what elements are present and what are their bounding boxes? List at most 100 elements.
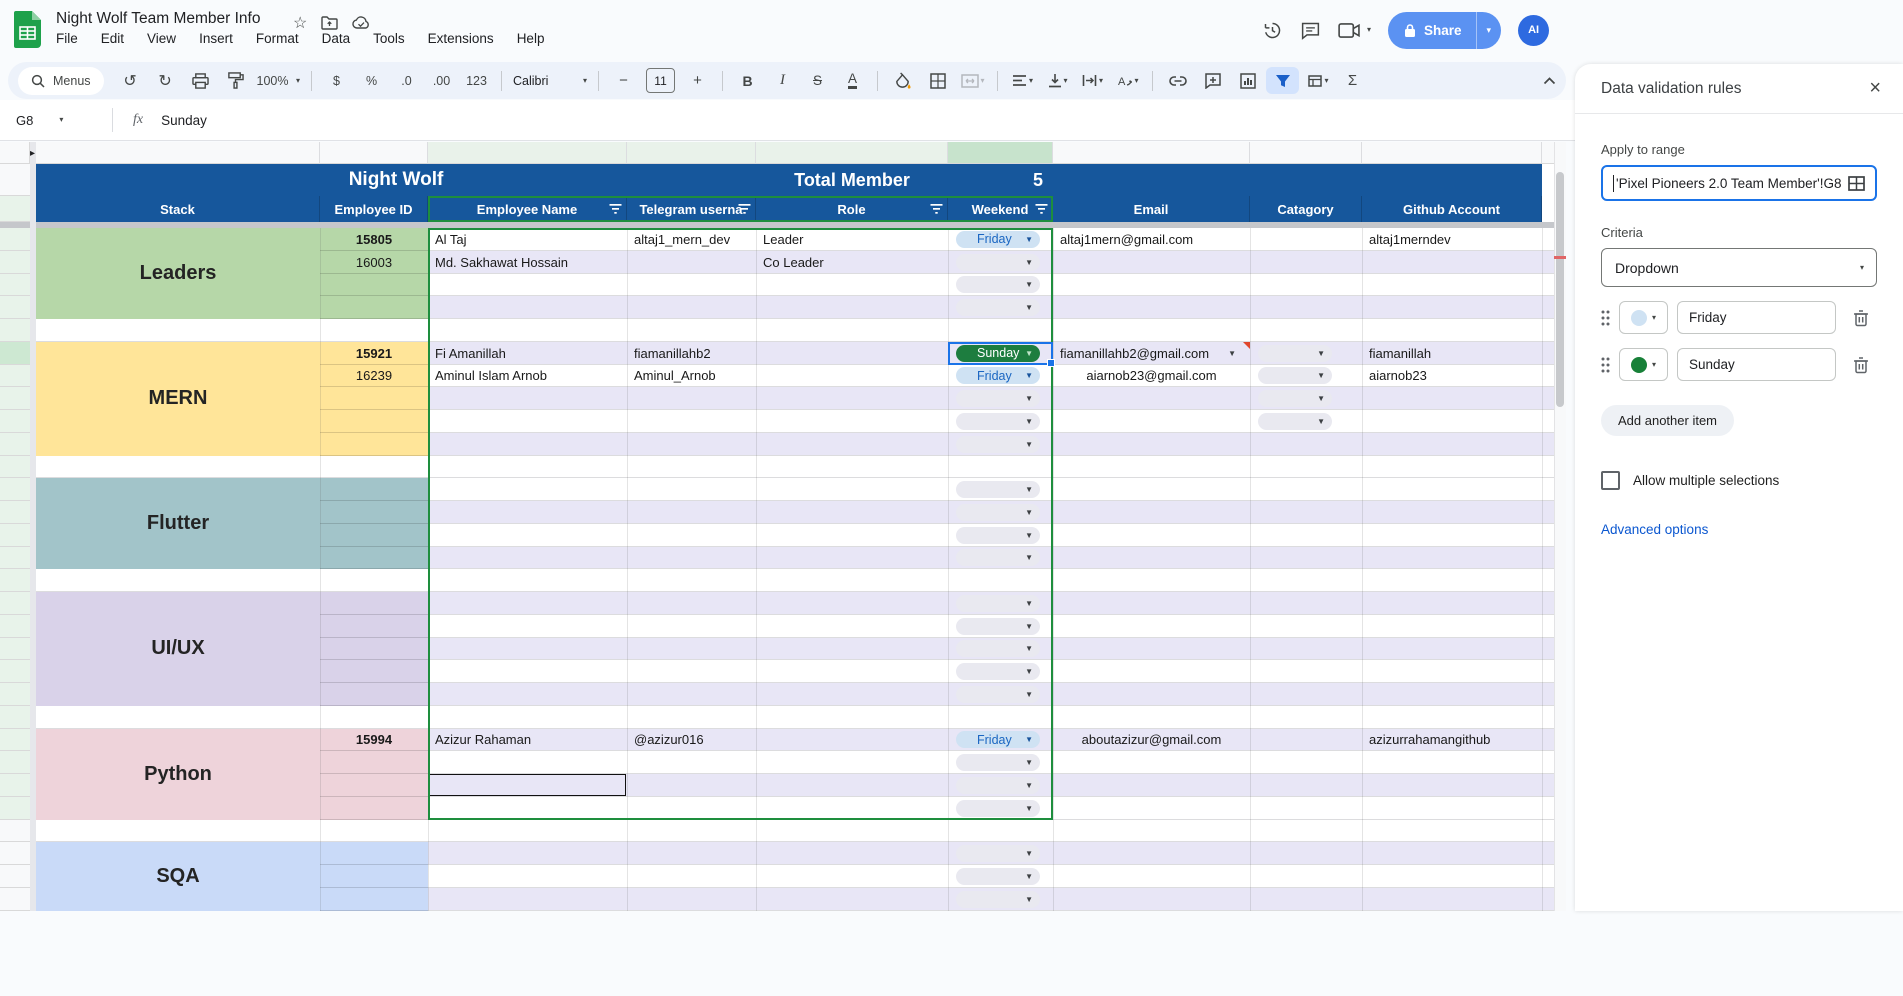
cell-C25[interactable]: 15994 bbox=[320, 729, 428, 752]
cell-C31[interactable] bbox=[320, 865, 428, 888]
cell-H9[interactable]: aiarnob23@gmail.com bbox=[1053, 365, 1250, 388]
item-label-input[interactable]: Sunday bbox=[1677, 348, 1836, 381]
weekend-chip-G31[interactable]: ▼ bbox=[956, 868, 1040, 885]
cell-C6[interactable] bbox=[320, 296, 428, 319]
item-color-swatch[interactable]: ▾ bbox=[1619, 301, 1668, 334]
advanced-options-link[interactable]: Advanced options bbox=[1601, 522, 1877, 537]
column-header-letter-C[interactable] bbox=[320, 142, 428, 164]
cell-C16[interactable] bbox=[320, 524, 428, 547]
cell-C9[interactable]: 16239 bbox=[320, 365, 428, 388]
corner-box[interactable] bbox=[0, 142, 30, 164]
row-number-1[interactable] bbox=[0, 164, 30, 196]
row-number-24[interactable] bbox=[0, 706, 30, 729]
row-number-12[interactable] bbox=[0, 433, 30, 456]
cell-C12[interactable] bbox=[320, 433, 428, 456]
selected-cell-G8[interactable] bbox=[948, 342, 1053, 365]
row-number-19[interactable] bbox=[0, 592, 30, 615]
item-color-swatch[interactable]: ▾ bbox=[1619, 348, 1668, 381]
section-mern[interactable]: MERN bbox=[36, 342, 320, 456]
close-icon[interactable]: × bbox=[1869, 77, 1881, 100]
column-header-stack[interactable]: Stack bbox=[36, 196, 320, 222]
cell-C10[interactable] bbox=[320, 387, 428, 410]
cell-C19[interactable] bbox=[320, 592, 428, 615]
cell-C27[interactable] bbox=[320, 774, 428, 797]
row-number-11[interactable] bbox=[0, 410, 30, 433]
drag-handle-icon[interactable] bbox=[1601, 357, 1610, 373]
row-number-26[interactable] bbox=[0, 751, 30, 774]
cell-C5[interactable] bbox=[320, 274, 428, 297]
category-chip-I11[interactable]: ▼ bbox=[1258, 413, 1332, 430]
section-python[interactable]: Python bbox=[36, 729, 320, 820]
row-number-23[interactable] bbox=[0, 683, 30, 706]
row-number-2[interactable] bbox=[0, 196, 30, 222]
weekend-chip-G30[interactable]: ▼ bbox=[956, 845, 1040, 862]
row-number-13[interactable] bbox=[0, 456, 30, 479]
delete-item-icon[interactable] bbox=[1853, 309, 1869, 327]
criteria-select[interactable]: Dropdown ▾ bbox=[1601, 248, 1877, 287]
row-number-29[interactable] bbox=[0, 820, 30, 843]
cell-C28[interactable] bbox=[320, 797, 428, 820]
vertical-scrollbar-thumb[interactable] bbox=[1556, 172, 1564, 407]
column-header-email[interactable]: Email bbox=[1053, 196, 1250, 222]
cell-C17[interactable] bbox=[320, 547, 428, 570]
section-sqa[interactable]: SQA bbox=[36, 842, 320, 910]
cell-C32[interactable] bbox=[320, 888, 428, 911]
column-header-letter-D[interactable] bbox=[428, 142, 627, 164]
row-number-6[interactable] bbox=[0, 296, 30, 319]
category-chip-I9[interactable]: ▼ bbox=[1258, 367, 1332, 384]
cell-C14[interactable] bbox=[320, 478, 428, 501]
checkbox-icon[interactable] bbox=[1601, 471, 1620, 490]
group-collapse-icon[interactable]: ▸ bbox=[30, 145, 42, 161]
row-number-28[interactable] bbox=[0, 797, 30, 820]
category-chip-I8[interactable]: ▼ bbox=[1258, 345, 1332, 362]
row-number-5[interactable] bbox=[0, 274, 30, 297]
row-number-18[interactable] bbox=[0, 569, 30, 592]
weekend-chip-G32[interactable]: ▼ bbox=[956, 891, 1040, 908]
column-header-letter-H[interactable] bbox=[1053, 142, 1250, 164]
column-header-letter-B[interactable] bbox=[36, 142, 320, 164]
cell-C26[interactable] bbox=[320, 751, 428, 774]
column-header-letter-F[interactable] bbox=[756, 142, 948, 164]
row-number-21[interactable] bbox=[0, 638, 30, 661]
column-header-letter-I[interactable] bbox=[1250, 142, 1362, 164]
row-number-30[interactable] bbox=[0, 842, 30, 865]
row-number-9[interactable] bbox=[0, 365, 30, 388]
row-number-8[interactable] bbox=[0, 342, 30, 365]
row-number-14[interactable] bbox=[0, 478, 30, 501]
row-number-3[interactable] bbox=[0, 228, 30, 251]
select-data-range-icon[interactable] bbox=[1848, 176, 1865, 191]
cell-C4[interactable]: 16003 bbox=[320, 251, 428, 274]
range-input[interactable]: 'Pixel Pioneers 2.0 Team Member'!G8 bbox=[1601, 165, 1877, 201]
category-chip-I10[interactable]: ▼ bbox=[1258, 390, 1332, 407]
column-header-employee-id[interactable]: Employee ID bbox=[320, 196, 428, 222]
cell-C11[interactable] bbox=[320, 410, 428, 433]
cell-C8[interactable]: 15921 bbox=[320, 342, 428, 365]
row-number-25[interactable] bbox=[0, 729, 30, 752]
row-number-27[interactable] bbox=[0, 774, 30, 797]
row-number-16[interactable] bbox=[0, 524, 30, 547]
row-number-20[interactable] bbox=[0, 615, 30, 638]
cell-H3[interactable]: altaj1mern@gmail.com bbox=[1053, 228, 1250, 251]
cell-J25[interactable]: azizurrahamangithub bbox=[1362, 729, 1542, 752]
row-number-4[interactable] bbox=[0, 251, 30, 274]
cell-H8[interactable]: fiamanillahb2@gmail.com▼ bbox=[1053, 342, 1250, 365]
section-leaders[interactable]: Leaders bbox=[36, 228, 320, 319]
cell-H25[interactable]: aboutazizur@gmail.com bbox=[1053, 729, 1250, 752]
delete-item-icon[interactable] bbox=[1853, 356, 1869, 374]
drag-handle-icon[interactable] bbox=[1601, 310, 1610, 326]
cell-J3[interactable]: altaj1merndev bbox=[1362, 228, 1542, 251]
row-number-17[interactable] bbox=[0, 547, 30, 570]
cell-C20[interactable] bbox=[320, 615, 428, 638]
cell-C15[interactable] bbox=[320, 501, 428, 524]
column-header-letter-J[interactable] bbox=[1362, 142, 1542, 164]
cell-C3[interactable]: 15805 bbox=[320, 228, 428, 251]
fill-handle[interactable] bbox=[1047, 359, 1055, 367]
cell-J8[interactable]: fiamanillah bbox=[1362, 342, 1542, 365]
section-uiux[interactable]: UI/UX bbox=[36, 592, 320, 706]
row-number-7[interactable] bbox=[0, 319, 30, 342]
column-header-github-account[interactable]: Github Account bbox=[1362, 196, 1542, 222]
row-number-15[interactable] bbox=[0, 501, 30, 524]
allow-multiple-selections[interactable]: Allow multiple selections bbox=[1601, 471, 1877, 490]
cell-J9[interactable]: aiarnob23 bbox=[1362, 365, 1542, 388]
section-flutter[interactable]: Flutter bbox=[36, 478, 320, 569]
